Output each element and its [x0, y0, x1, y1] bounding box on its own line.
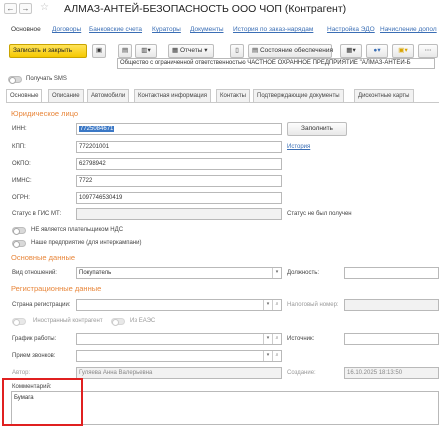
tab-contacts[interactable]: Контакты: [216, 89, 250, 102]
registration-section-title: Регистрационные данные: [11, 284, 102, 293]
nav-accruals[interactable]: Начисление допол: [380, 26, 437, 33]
schedule-label: График работы:: [12, 336, 57, 342]
grid-icon[interactable]: ▦▾: [340, 44, 362, 58]
reports-button[interactable]: ▦ Отчеты ▾: [168, 44, 214, 58]
author-field: Гуляева Анна Валерьевна: [76, 367, 282, 379]
country-label: Страна регистрации:: [12, 302, 71, 308]
doc-icon[interactable]: ▯: [230, 44, 244, 58]
nav-documents[interactable]: Документы: [190, 26, 224, 33]
imns-field[interactable]: 7722: [76, 175, 282, 187]
kpp-field[interactable]: 772201001: [76, 141, 282, 153]
search-icon[interactable]: ⌕: [272, 300, 281, 310]
position-field[interactable]: [344, 267, 439, 279]
okpo-field[interactable]: 62798942: [76, 158, 282, 170]
inn-label: ИНН:: [12, 126, 27, 132]
relation-label: Вид отношений:: [12, 270, 57, 276]
history-link[interactable]: История: [287, 144, 310, 150]
nav-main[interactable]: Основное: [11, 26, 41, 33]
sms-toggle[interactable]: [8, 76, 22, 84]
more-circle-icon[interactable]: ●▾: [366, 44, 388, 58]
reports-label: Отчеты: [179, 47, 203, 54]
chevron-down-icon: ▾: [202, 47, 208, 54]
state-icon: ▤: [252, 47, 260, 54]
inn-value: 7725084671: [79, 126, 115, 132]
eaes-toggle: [111, 318, 125, 326]
foreign-toggle: [12, 318, 26, 326]
tab-discount-cards[interactable]: Дисконтные карты: [354, 89, 414, 102]
kpp-label: КПП:: [12, 144, 26, 150]
inn-field[interactable]: 7725084671: [76, 123, 282, 135]
tabs-divider: [6, 102, 439, 103]
intercompany-label: Наше предприятие (для интеркампани): [31, 240, 142, 246]
highlight-box: [2, 378, 83, 426]
basic-section-title: Основные данные: [11, 253, 76, 262]
nav-bank-accounts[interactable]: Банковские счета: [89, 26, 142, 33]
tax-number-label: Налоговый номер:: [287, 302, 339, 308]
country-select[interactable]: ▾ ⌕: [76, 299, 282, 311]
nav-edo-settings[interactable]: Настройка ЭДО: [327, 26, 375, 33]
source-label: Источник:: [287, 336, 315, 342]
imns-label: ИМНС:: [12, 178, 32, 184]
created-field: 16.10.2025 18:13:50: [344, 367, 439, 379]
save-icon[interactable]: ▣: [92, 44, 106, 58]
tab-main[interactable]: Основные: [6, 89, 43, 103]
tax-number-field: [344, 299, 439, 311]
save-close-button[interactable]: Записать и закрыть: [9, 44, 87, 58]
ogrn-label: ОГРН:: [12, 195, 30, 201]
not-vat-label: НЕ является плательщиком НДС: [31, 227, 124, 233]
not-vat-toggle[interactable]: [12, 227, 26, 235]
tab-contact-info[interactable]: Контактная информация: [134, 89, 211, 102]
print-menu-icon[interactable]: ▥▾: [135, 44, 157, 58]
relation-select[interactable]: Покупатель ▾: [76, 267, 282, 279]
foreign-label: Иностранный контрагент: [33, 318, 103, 324]
forward-button[interactable]: →: [19, 3, 32, 14]
gis-status: Статус не был получен: [287, 211, 352, 217]
chevron-down-icon[interactable]: ▾: [263, 300, 272, 310]
sms-label: Получать SMS: [26, 76, 67, 82]
attach-icon[interactable]: ▣▾: [392, 44, 414, 58]
back-button[interactable]: ←: [4, 3, 17, 14]
nav-curators[interactable]: Кураторы: [152, 26, 181, 33]
position-label: Должность:: [287, 270, 320, 276]
relation-value: Покупатель: [79, 270, 112, 276]
source-field[interactable]: [344, 333, 439, 345]
author-label: Автор:: [12, 370, 31, 376]
calls-select[interactable]: ▾ ⌕: [76, 350, 282, 362]
ogrn-field[interactable]: 1097746530419: [76, 192, 282, 204]
schedule-select[interactable]: ▾ ⌕: [76, 333, 282, 345]
tab-documents[interactable]: Подтверждающие документы: [253, 89, 344, 102]
okpo-label: ОКПО:: [12, 161, 31, 167]
search-icon[interactable]: ⌕: [272, 334, 281, 344]
gis-label: Статус в ГИС МТ:: [12, 211, 62, 217]
created-label: Создание:: [287, 370, 316, 376]
nav-order-history[interactable]: История по заказ-нарядам: [233, 26, 313, 33]
nav-contracts[interactable]: Договоры: [52, 26, 81, 33]
search-icon[interactable]: ⌕: [272, 351, 281, 361]
tab-description[interactable]: Описание: [48, 89, 84, 102]
print-icon[interactable]: ▤: [118, 44, 132, 58]
star-icon[interactable]: ☆: [40, 2, 49, 13]
chevron-down-icon[interactable]: ▾: [272, 268, 281, 278]
full-name-field[interactable]: Общество с ограниченной ответственностью…: [117, 58, 435, 69]
calls-label: Прием звонков:: [12, 353, 56, 359]
state-button[interactable]: ▤ Состояние обеспечения: [248, 44, 333, 58]
chevron-down-icon[interactable]: ▾: [263, 351, 272, 361]
intercompany-toggle[interactable]: [12, 240, 26, 248]
gis-field: [76, 208, 282, 220]
legal-section-title: Юридическое лицо: [11, 109, 79, 118]
fill-button[interactable]: Заполнить: [287, 122, 347, 136]
window-title: АЛМАЗ-АНТЕЙ-БЕЗОПАСНОСТЬ ООО ЧОП (Контра…: [64, 3, 347, 15]
chevron-down-icon[interactable]: ▾: [263, 334, 272, 344]
state-label: Состояние обеспечения: [259, 47, 333, 54]
eaes-label: Из ЕАЭС: [130, 318, 156, 324]
more-button[interactable]: ⋯: [418, 44, 438, 58]
reports-icon: ▦: [172, 47, 180, 54]
tab-cars[interactable]: Автомобили: [87, 89, 130, 102]
